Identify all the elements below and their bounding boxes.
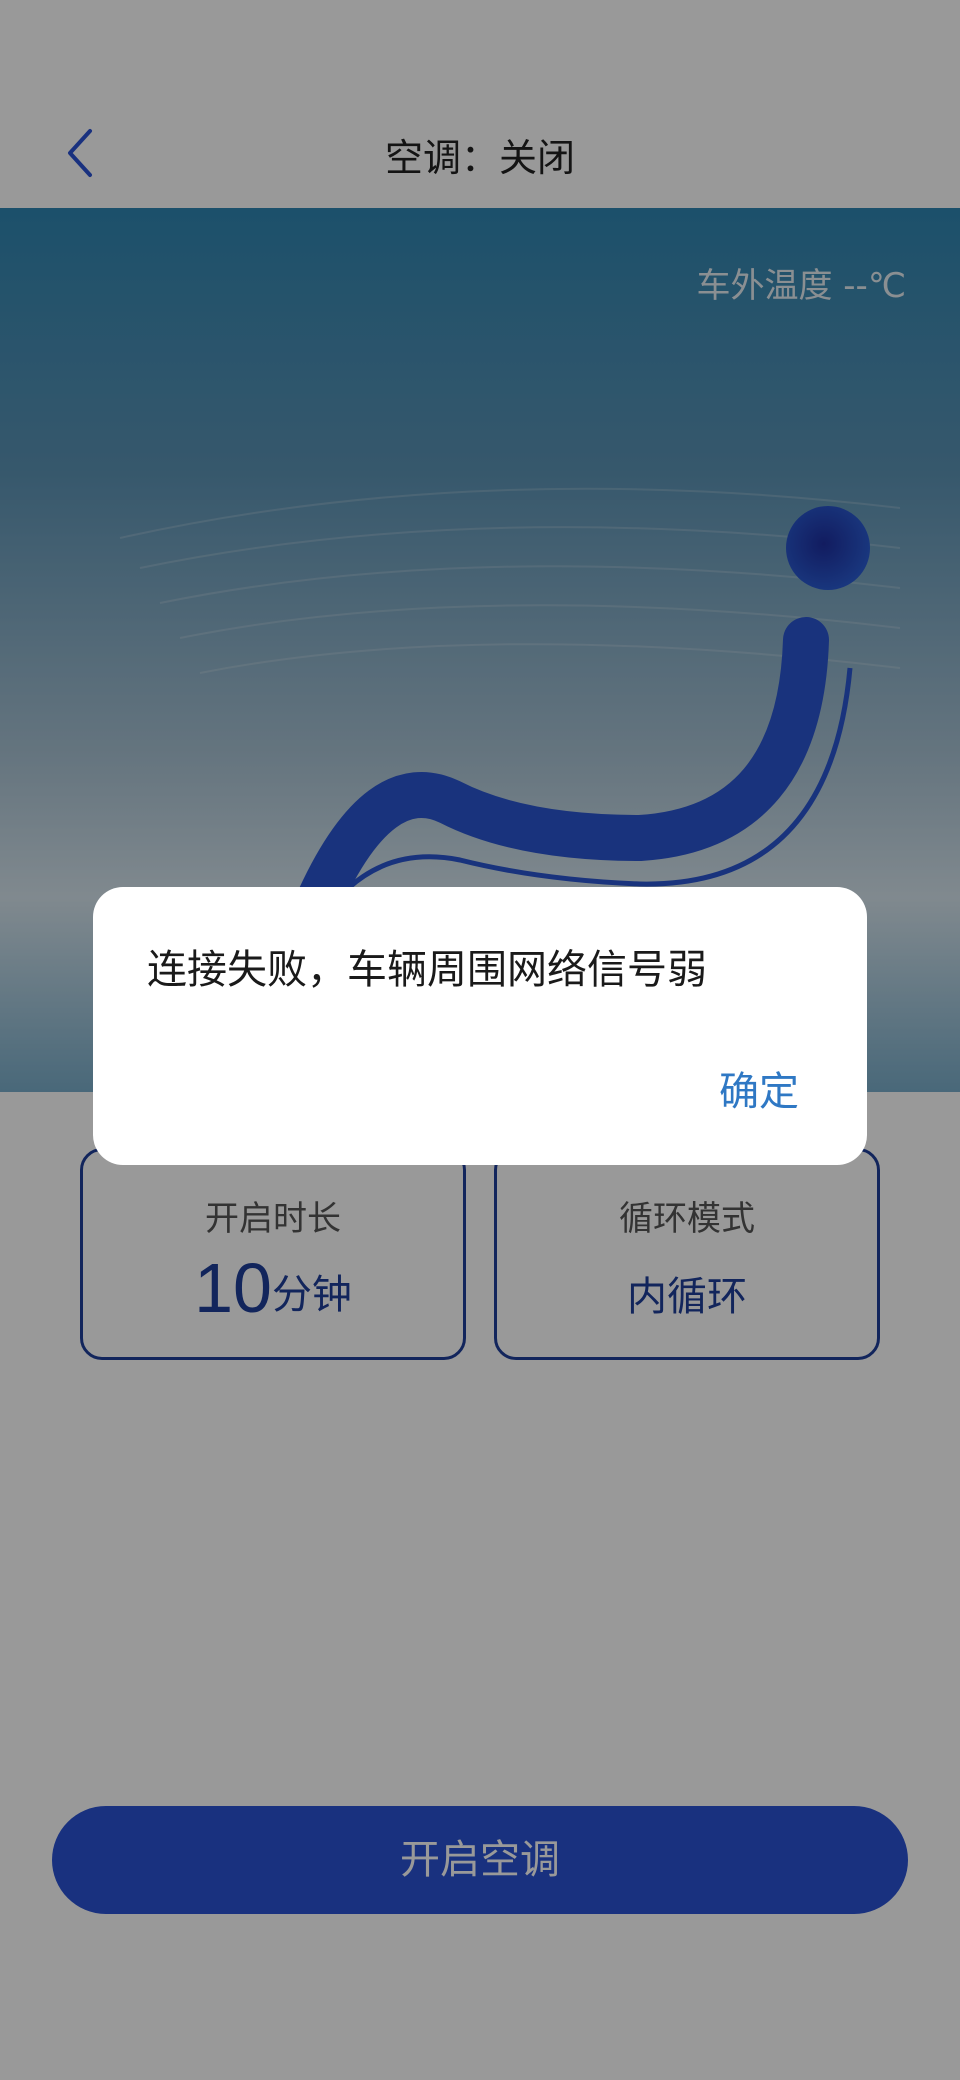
dialog-message: 连接失败，车辆周围网络信号弱 bbox=[147, 947, 707, 993]
connection-error-dialog: 连接失败，车辆周围网络信号弱 确定 bbox=[93, 887, 867, 1165]
confirm-button[interactable]: 确定 bbox=[719, 1059, 799, 1117]
